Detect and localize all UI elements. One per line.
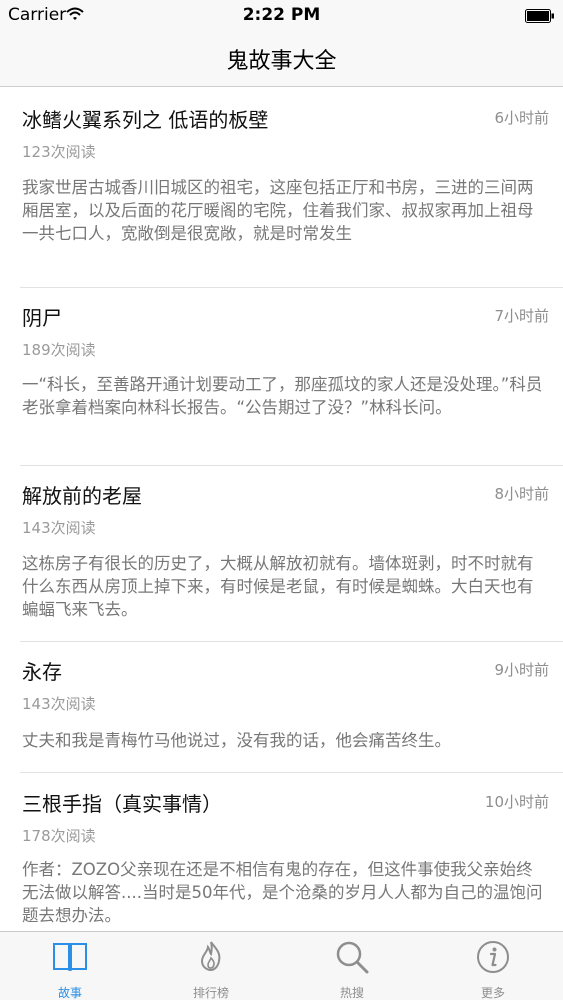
- story-item[interactable]: 永存 9小时前 143次阅读 丈夫和我是青梅竹马他说过，没有我的话，他会痛苦终生…: [20, 642, 563, 773]
- tab-more[interactable]: 更多: [423, 932, 563, 1000]
- story-item[interactable]: 三根手指（真实事情） 10小时前 178次阅读 作者：ZOZO父亲现在还是不相信…: [20, 773, 563, 931]
- story-title: 阴尸: [22, 306, 62, 330]
- story-summary: 作者：ZOZO父亲现在还是不相信有鬼的存在，但这件事使我父亲始终无法做以解答..…: [22, 860, 543, 925]
- tab-stories[interactable]: 故事: [0, 932, 140, 1000]
- battery-icon: [525, 8, 555, 28]
- story-list[interactable]: 冰鳍火翼系列之 低语的板壁 6小时前 123次阅读 我家世居古城香川旧城区的祖宅…: [0, 88, 563, 931]
- story-title: 三根手指（真实事情）: [22, 792, 222, 816]
- story-read-count: 143次阅读: [22, 695, 96, 713]
- story-item[interactable]: 阴尸 7小时前 189次阅读 一“科长，至善路开通计划要动工了，那座孤坟的家人还…: [20, 288, 563, 466]
- story-title: 永存: [22, 660, 62, 684]
- page-title: 鬼故事大全: [226, 49, 337, 74]
- story-summary: 我家世居古城香川旧城区的祖宅，这座包括正厅和书房，三进的三间两厢居室，以及后面的…: [22, 178, 534, 243]
- story-read-count: 123次阅读: [22, 143, 96, 161]
- story-time: 6小时前: [494, 109, 549, 127]
- story-item[interactable]: 冰鳍火翼系列之 低语的板壁 6小时前 123次阅读 我家世居古城香川旧城区的祖宅…: [20, 88, 563, 288]
- story-item[interactable]: 解放前的老屋 8小时前 143次阅读 这栋房子有很长的历史了，大概从解放初就有。…: [20, 466, 563, 642]
- story-read-count: 189次阅读: [22, 341, 96, 359]
- tab-trending-search[interactable]: 热搜: [282, 932, 422, 1000]
- tab-label: 故事: [57, 986, 82, 1000]
- navigation-bar: 鬼故事大全: [0, 30, 563, 87]
- story-summary: 这栋房子有很长的历史了，大概从解放初就有。墙体斑剥，时不时就有什么东西从房顶上掉…: [22, 554, 534, 619]
- tab-label: 排行榜: [192, 986, 229, 1000]
- status-bar: Carrier 2:22 PM: [0, 0, 563, 30]
- story-read-count: 178次阅读: [22, 827, 96, 845]
- story-time: 7小时前: [494, 307, 549, 325]
- tab-label: 更多: [480, 986, 505, 1000]
- story-time: 10小时前: [484, 793, 549, 811]
- story-title: 冰鳍火翼系列之 低语的板壁: [22, 108, 269, 132]
- tab-rankings[interactable]: 排行榜: [141, 932, 281, 1000]
- story-read-count: 143次阅读: [22, 519, 96, 537]
- story-summary: 一“科长，至善路开通计划要动工了，那座孤坟的家人还是没处理。”科员老张拿着档案向…: [22, 375, 543, 417]
- story-time: 8小时前: [494, 485, 549, 503]
- story-title: 解放前的老屋: [22, 484, 142, 508]
- story-time: 9小时前: [494, 661, 549, 679]
- tab-bar: 故事 排行榜 热搜 更多: [0, 931, 563, 1000]
- status-time: 2:22 PM: [242, 5, 321, 25]
- tab-label: 热搜: [339, 986, 364, 1000]
- story-summary: 丈夫和我是青梅竹马他说过，没有我的话，他会痛苦终生。: [22, 731, 451, 750]
